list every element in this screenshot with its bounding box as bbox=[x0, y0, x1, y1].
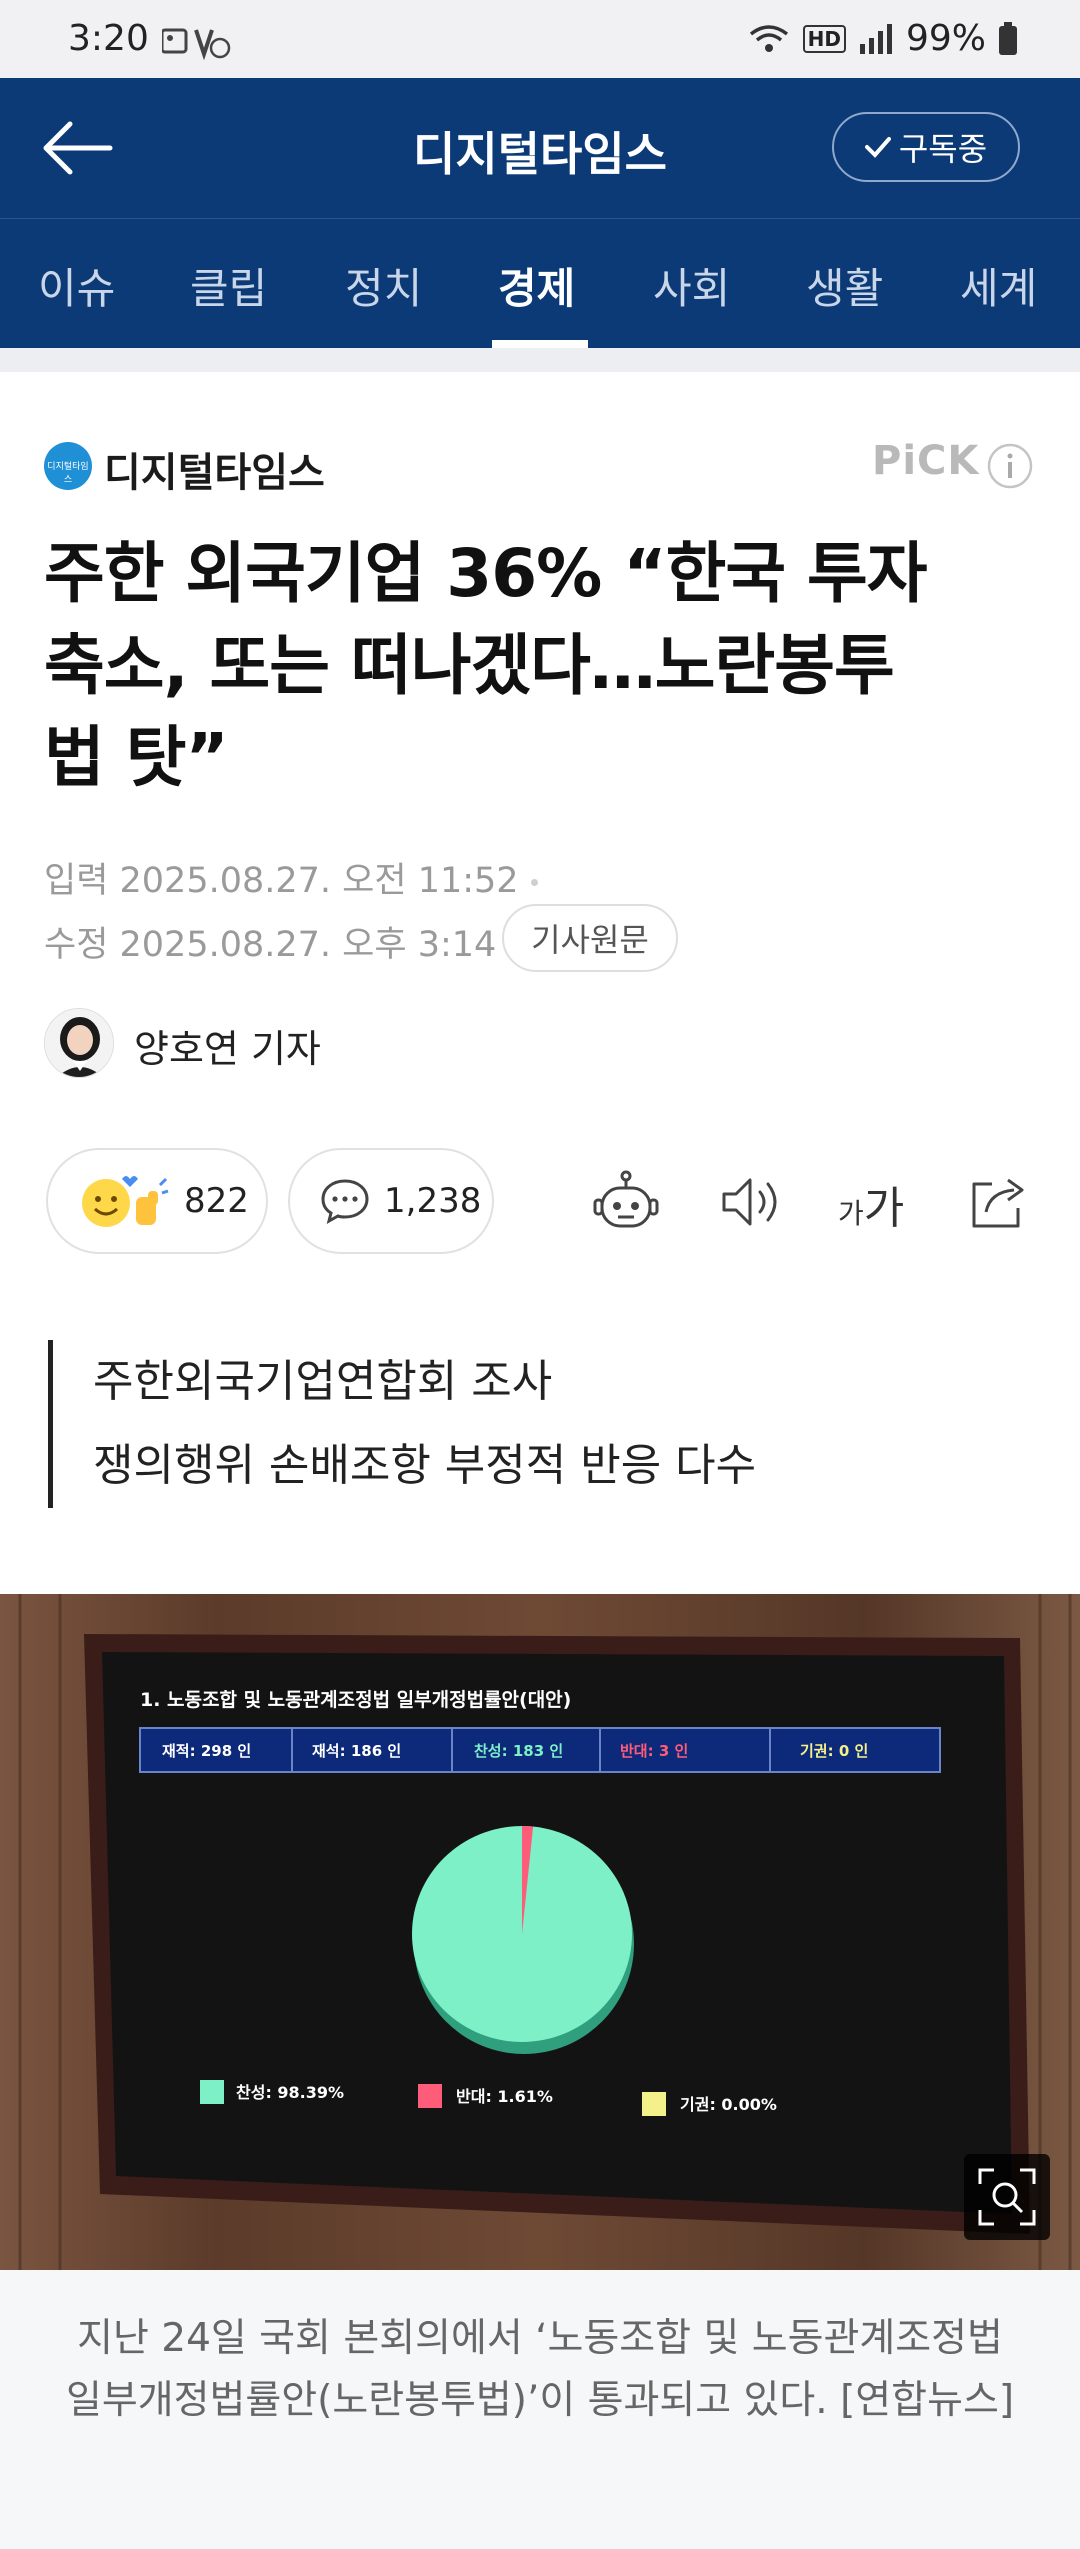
legend-no: 반대: 1.61% bbox=[456, 2087, 553, 2106]
photo-caption: 지난 24일 국회 본회의에서 ‘노동조합 및 노동관계조정법 일부개정법률안(… bbox=[65, 2316, 1015, 2423]
battery-icon bbox=[999, 21, 1017, 55]
vote-title: 1. 노동조합 및 노동관계조정법 일부개정법률안(대안) bbox=[140, 1689, 571, 1711]
headline-line: 축소, 또는 떠나겠다…노란봉투 bbox=[44, 627, 895, 704]
headline-line: 법 탓” bbox=[44, 719, 229, 796]
app-header: 디지털타임스 구독중 bbox=[0, 78, 1080, 218]
check-icon bbox=[864, 137, 891, 158]
stat-abstain: 기권: 0 인 bbox=[800, 1742, 868, 1760]
subscribe-label: 구독중 bbox=[898, 130, 988, 168]
notification-icons bbox=[162, 28, 231, 60]
stat-total: 재적: 298 인 bbox=[162, 1742, 251, 1760]
tab-society[interactable]: 사회 bbox=[653, 255, 730, 316]
comment-icon bbox=[321, 1179, 369, 1224]
status-bar: 3:20 HD 99% bbox=[0, 0, 1080, 78]
share-icon[interactable] bbox=[964, 1168, 1032, 1236]
vote-board-image: 1. 노동조합 및 노동관계조정법 일부개정법률안(대안) 재적: 298 인 … bbox=[0, 1594, 1080, 2270]
pick-badge: PiCK bbox=[872, 438, 980, 484]
category-tabs: 이슈 클립 정치 경제 사회 생활 세계 bbox=[0, 218, 1080, 348]
subscribe-button[interactable]: 구독중 bbox=[832, 112, 1020, 182]
input-date-row: 입력 2025.08.27. 오전 11:52 bbox=[44, 852, 538, 903]
tab-world[interactable]: 세계 bbox=[960, 255, 1037, 316]
legend-abstain: 기권: 0.00% bbox=[680, 2095, 777, 2114]
active-tab-indicator bbox=[492, 340, 588, 348]
modified-date: 수정 2025.08.27. 오후 3:14 bbox=[44, 925, 497, 965]
status-right: HD 99% bbox=[747, 18, 1018, 59]
status-time: 3:20 bbox=[68, 18, 149, 59]
zoom-icon[interactable] bbox=[964, 2154, 1050, 2240]
stat-no: 반대: 3 인 bbox=[620, 1742, 688, 1760]
reaction-count: 822 bbox=[184, 1181, 249, 1221]
publisher-name[interactable]: 디지털타임스 bbox=[104, 440, 325, 498]
wifi-icon bbox=[749, 24, 788, 52]
battery-text: 99% bbox=[905, 18, 986, 59]
hd-badge: HD bbox=[802, 24, 846, 53]
smile-thumbs-icon bbox=[82, 1176, 169, 1227]
original-article-button[interactable]: 기사원문 bbox=[502, 904, 678, 972]
summary-line: 주한외국기업연합회 조사 bbox=[93, 1356, 553, 1407]
legend-abstain-swatch bbox=[642, 2092, 666, 2116]
headline-line: 주한 외국기업 36% “한국 투자 bbox=[44, 535, 927, 612]
signal-icon bbox=[859, 23, 892, 54]
reporter-photo bbox=[45, 1009, 113, 1077]
separator-dot bbox=[530, 878, 538, 886]
info-icon[interactable] bbox=[986, 442, 1034, 490]
stat-yes: 찬성: 183 인 bbox=[474, 1742, 563, 1760]
reporter-name[interactable]: 양호연 기자 bbox=[134, 1018, 321, 1073]
article-headline: 주한 외국기업 36% “한국 투자 축소, 또는 떠나겠다…노란봉투 법 탓” bbox=[44, 528, 1044, 804]
legend-yes-swatch bbox=[200, 2080, 224, 2104]
stat-present: 재석: 186 인 bbox=[312, 1742, 401, 1760]
summary-line: 쟁의행위 손배조항 부정적 반응 다수 bbox=[93, 1440, 757, 1491]
comment-count: 1,238 bbox=[384, 1181, 482, 1221]
speaker-icon[interactable] bbox=[716, 1168, 784, 1236]
legend-no-swatch bbox=[418, 2084, 442, 2108]
publisher-logo-text: 디지털타임스 bbox=[47, 462, 89, 485]
tab-clip[interactable]: 클립 bbox=[190, 255, 267, 316]
font-size-large-label: 가 bbox=[863, 1183, 905, 1234]
reporter-avatar[interactable] bbox=[44, 1008, 114, 1078]
article-photo[interactable]: 1. 노동조합 및 노동관계조정법 일부개정법률안(대안) 재적: 298 인 … bbox=[0, 1594, 1080, 2270]
tab-politics[interactable]: 정치 bbox=[345, 255, 422, 316]
legend-yes: 찬성: 98.39% bbox=[236, 2083, 344, 2102]
input-date: 입력 2025.08.27. 오전 11:52 bbox=[44, 861, 519, 901]
tab-economy[interactable]: 경제 bbox=[498, 255, 575, 316]
reaction-button[interactable]: 822 bbox=[46, 1148, 268, 1254]
font-size-button[interactable]: 가가 bbox=[838, 1172, 904, 1236]
tab-life[interactable]: 생활 bbox=[806, 255, 883, 316]
divider bbox=[0, 348, 1080, 372]
comment-button[interactable]: 1,238 bbox=[288, 1148, 494, 1254]
publisher-logo[interactable]: 디지털타임스 bbox=[44, 442, 92, 490]
robot-summary-icon[interactable] bbox=[592, 1168, 660, 1236]
font-size-small-label: 가 bbox=[838, 1197, 864, 1230]
tab-issue[interactable]: 이슈 bbox=[38, 255, 115, 316]
article-summary: 주한외국기업연합회 조사 쟁의행위 손배조항 부정적 반응 다수 bbox=[48, 1340, 1008, 1508]
